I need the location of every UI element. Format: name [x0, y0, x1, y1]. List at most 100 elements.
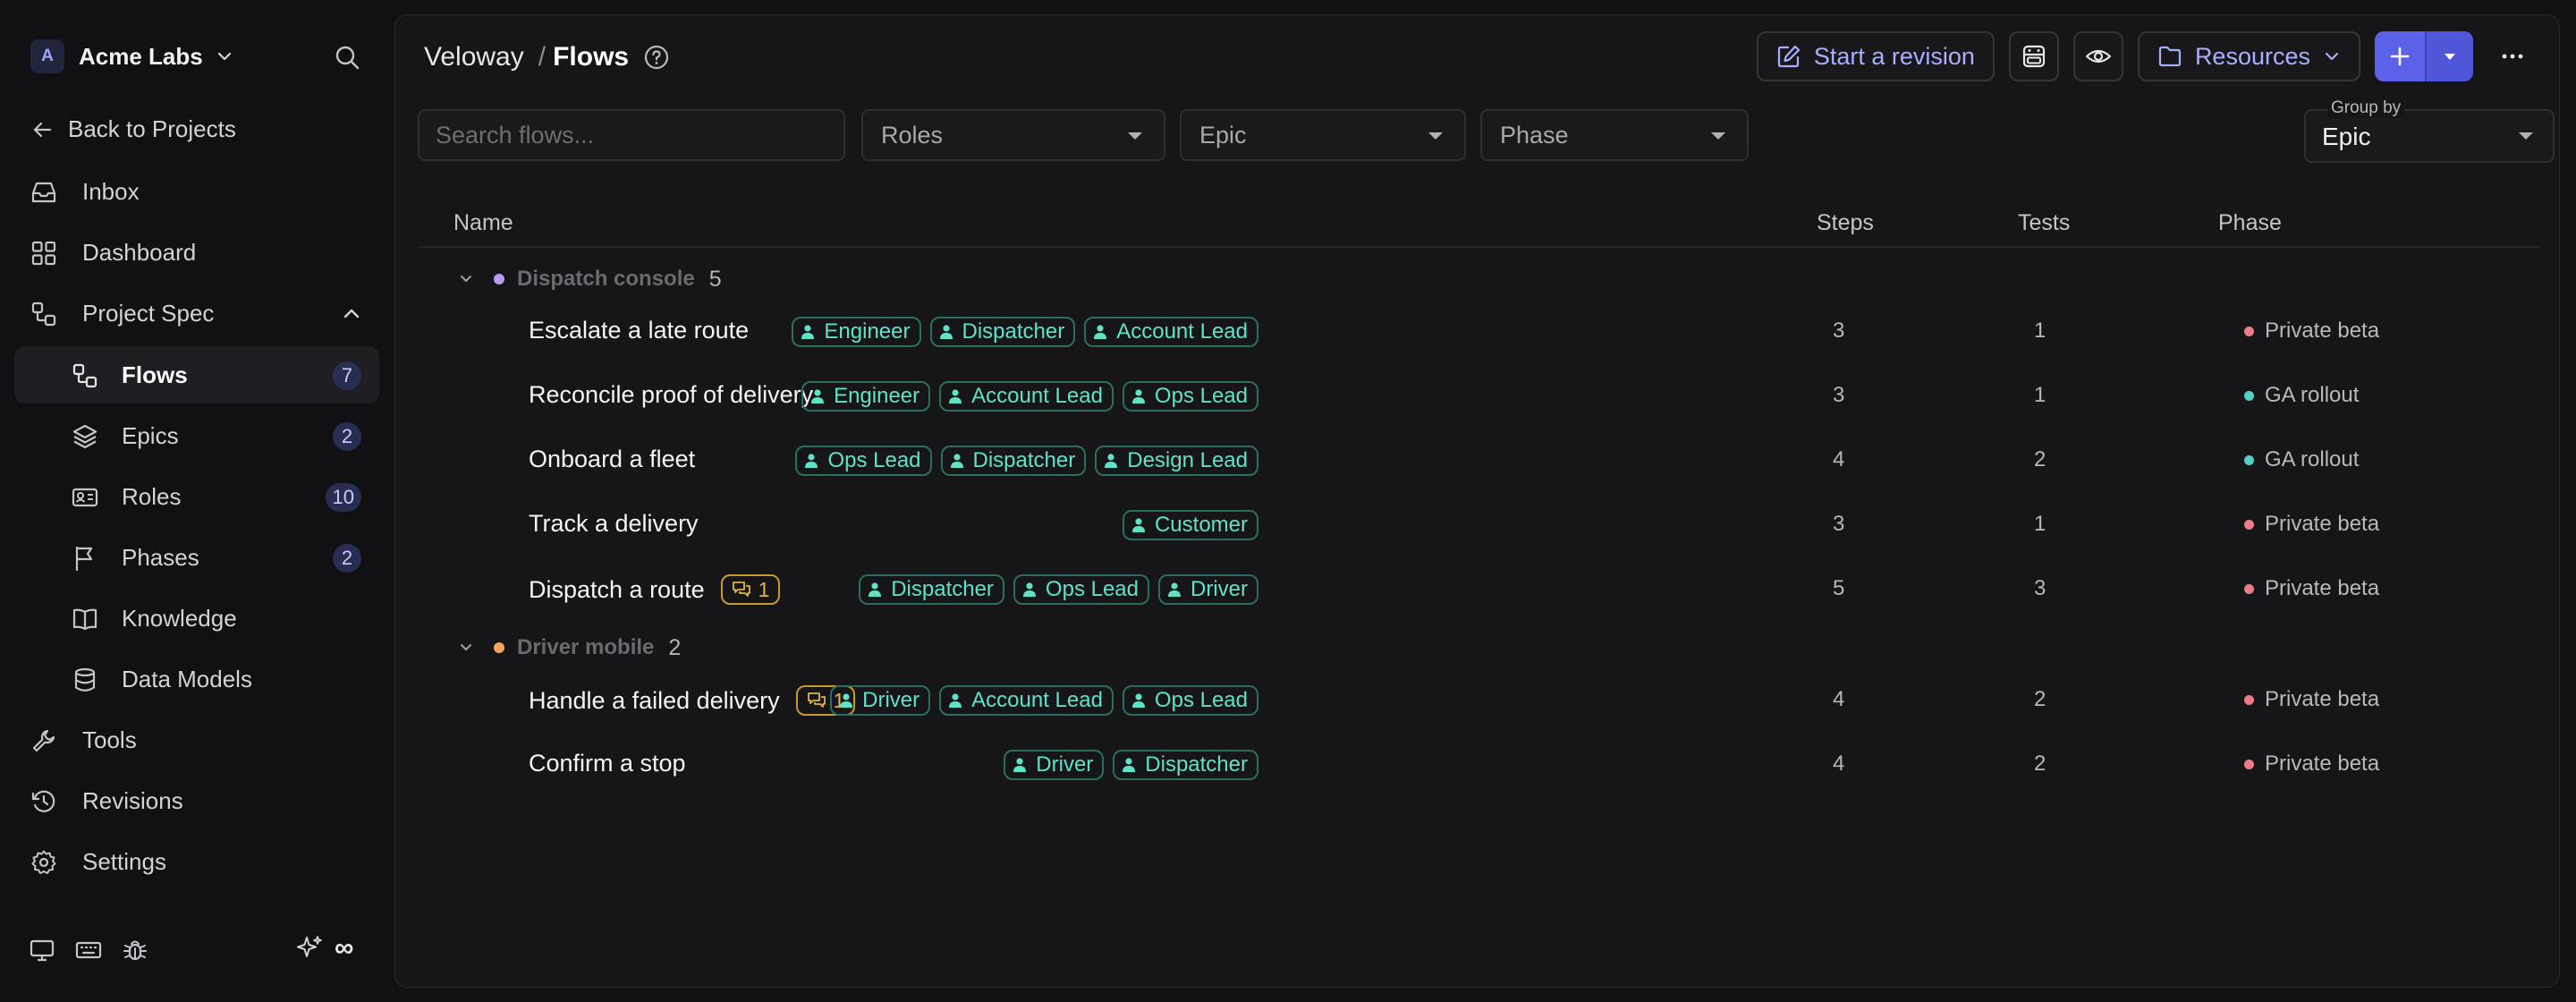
role-chip[interactable]: Ops Lead [1122, 381, 1258, 412]
role-label: Design Lead [1127, 448, 1248, 472]
role-chip[interactable]: Driver [1158, 574, 1258, 605]
role-chip[interactable]: Customer [1122, 510, 1258, 540]
sidebar-item-project-spec[interactable]: Project Spec [14, 284, 379, 342]
search-input[interactable] [419, 111, 843, 159]
column-header-steps[interactable]: Steps [1817, 210, 1874, 236]
role-chip[interactable]: Ops Lead [1013, 574, 1149, 605]
help-icon[interactable] [643, 44, 670, 71]
bug-icon[interactable] [120, 935, 150, 965]
roles-filter[interactable]: Roles [861, 109, 1165, 161]
role-chip[interactable]: Design Lead [1095, 446, 1258, 476]
role-chip[interactable]: Ops Lead [1122, 685, 1258, 716]
sidebar-item-epics[interactable]: Epics 2 [14, 407, 379, 464]
steps-cell: 5 [1833, 576, 1845, 600]
workspace-switcher[interactable]: A Acme Labs [30, 37, 233, 76]
sidebar: A Acme Labs Back to Projects Inbox Dashb… [0, 0, 394, 1002]
back-to-projects-link[interactable]: Back to Projects [14, 100, 379, 157]
steps-cell: 3 [1833, 318, 1845, 343]
sidebar-item-settings[interactable]: Settings [14, 833, 379, 890]
comment-count: 1 [758, 577, 770, 601]
flow-name[interactable]: Handle a failed delivery [529, 687, 780, 715]
role-chip[interactable]: Driver [1004, 750, 1105, 780]
chevron-down-icon[interactable] [458, 640, 474, 656]
group-header[interactable]: Dispatch console 5 [458, 261, 722, 297]
flow-name[interactable]: Onboard a fleet [529, 446, 695, 473]
flow-name[interactable]: Reconcile proof of delivery [529, 381, 813, 409]
role-chip[interactable]: Dispatcher [1113, 750, 1258, 780]
tests-cell: 2 [2034, 752, 2046, 776]
group-header[interactable]: Driver mobile 2 [458, 630, 681, 666]
comments-icon [732, 581, 758, 599]
sidebar-item-knowledge[interactable]: Knowledge [14, 590, 379, 647]
table-row[interactable]: Onboard a fleet Design Lead Dispatcher Ops … [418, 428, 2539, 492]
role-label: Driver [862, 688, 920, 712]
sidebar-item-phases[interactable]: Phases 2 [14, 529, 379, 586]
ai-credits[interactable]: ∞ [295, 933, 353, 964]
comment-count-badge[interactable]: 1 [720, 574, 781, 605]
group-count: 2 [668, 634, 682, 660]
table-row[interactable]: Track a delivery Customer 3 1 Private beta [418, 492, 2539, 556]
role-chip[interactable]: Engineer [801, 381, 931, 412]
sidebar-item-revisions[interactable]: Revisions [14, 772, 379, 829]
chevron-down-icon[interactable] [458, 271, 474, 287]
table-row[interactable]: Handle a failed delivery 1 Ops Lead Account… [418, 667, 2539, 732]
user-icon [1131, 517, 1155, 533]
sidebar-item-roles[interactable]: Roles 10 [14, 468, 379, 525]
role-label: Account Lead [971, 384, 1103, 408]
history-icon [30, 788, 57, 815]
layers-icon [72, 423, 98, 450]
table-row[interactable]: Dispatch a route 1 Driver Ops Lead Dispatche… [418, 556, 2539, 621]
sidebar-item-tools[interactable]: Tools [14, 711, 379, 768]
more-options-icon[interactable] [2487, 31, 2538, 81]
role-label: Ops Lead [827, 448, 921, 472]
add-options-button[interactable] [2425, 31, 2473, 81]
user-icon [1122, 757, 1145, 773]
role-chip[interactable]: Engineer [792, 317, 921, 347]
column-header-name[interactable]: Name [453, 210, 513, 236]
table-row[interactable]: Escalate a late route Account Lead Dispatc… [418, 299, 2539, 363]
tests-cell: 2 [2034, 687, 2046, 711]
column-header-phase[interactable]: Phase [2218, 210, 2282, 236]
sidebar-item-inbox[interactable]: Inbox [14, 163, 379, 220]
add-button[interactable] [2375, 31, 2425, 81]
role-chip[interactable]: Dispatcher [940, 446, 1087, 476]
group-by-select[interactable]: Group by Epic [2304, 98, 2555, 163]
roles-cell: Account Lead Dispatcher Engineer [783, 317, 1258, 347]
table-row[interactable]: Confirm a stop Dispatcher Driver 4 2 Private … [418, 732, 2539, 796]
column-header-tests[interactable]: Tests [2018, 210, 2070, 236]
phase-dot [2244, 694, 2254, 705]
role-chip[interactable]: Dispatcher [859, 574, 1004, 605]
flow-name[interactable]: Track a delivery [529, 510, 699, 538]
preview-button[interactable] [2072, 31, 2123, 81]
role-chip[interactable]: Ops Lead [795, 446, 932, 476]
group-by-label: Group by [2327, 98, 2405, 118]
start-revision-label: Start a revision [1813, 42, 1975, 70]
sidebar-item-data-models[interactable]: Data Models [14, 650, 379, 708]
chevron-down-icon [2323, 47, 2341, 65]
resources-dropdown[interactable]: Resources [2137, 31, 2360, 81]
role-chip[interactable]: Account Lead [939, 381, 1114, 412]
breadcrumb-project[interactable]: Veloway [424, 42, 524, 72]
keyboard-icon[interactable] [73, 935, 104, 965]
role-chip[interactable]: Account Lead [939, 685, 1114, 716]
sidebar-item-dashboard[interactable]: Dashboard [14, 224, 379, 281]
start-revision-button[interactable]: Start a revision [1756, 31, 1995, 81]
roles-cell: Customer [1114, 510, 1258, 540]
flow-name[interactable]: Confirm a stop [529, 750, 686, 777]
role-chip[interactable]: Account Lead [1084, 317, 1258, 347]
role-label: Ops Lead [1154, 688, 1248, 712]
table-row[interactable]: Reconcile proof of delivery Ops Lead Accou… [418, 363, 2539, 428]
phase-filter-label: Phase [1500, 121, 1569, 149]
flow-name[interactable]: Dispatch a route [529, 576, 705, 604]
agent-button[interactable] [2008, 31, 2059, 81]
search-icon[interactable] [331, 41, 363, 73]
sidebar-item-flows[interactable]: Flows 7 [14, 346, 379, 403]
role-chip[interactable]: Dispatcher [929, 317, 1076, 347]
monitor-icon[interactable] [27, 935, 57, 965]
role-chip[interactable]: Driver [830, 685, 931, 716]
epic-filter[interactable]: Epic [1180, 109, 1466, 161]
user-icon [948, 692, 971, 709]
chevron-up-icon[interactable] [340, 302, 363, 326]
flow-name[interactable]: Escalate a late route [529, 317, 749, 344]
phase-filter[interactable]: Phase [1480, 109, 1749, 161]
